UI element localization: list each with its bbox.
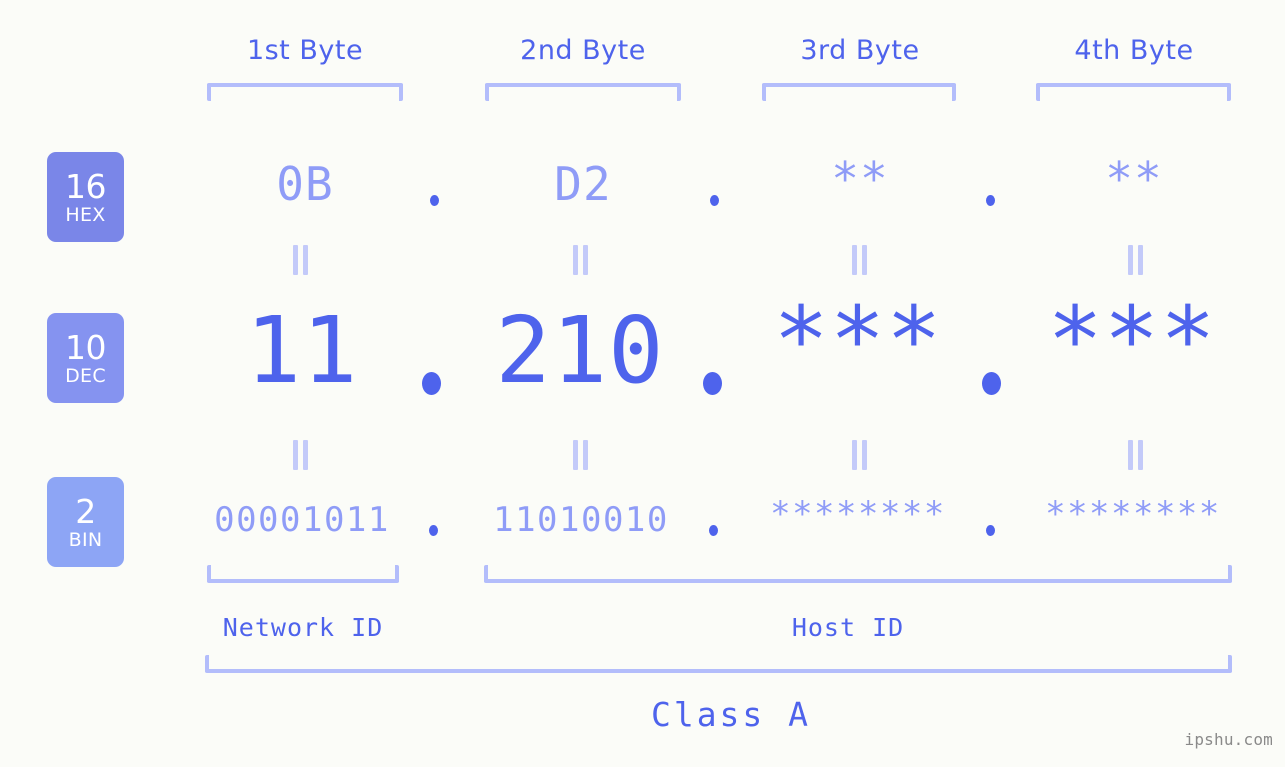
ip-address-breakdown-diagram: 1st Byte 2nd Byte 3rd Byte 4th Byte 16 H… — [0, 0, 1285, 767]
base-badge-hex-number: 16 — [65, 166, 107, 206]
bin-octet-1: 00001011 — [214, 500, 390, 540]
bin-separator-3 — [986, 525, 995, 536]
equals-mark-dec-bin-2 — [572, 440, 590, 470]
bin-octet-2: 11010010 — [493, 500, 669, 540]
base-badge-dec: 10 DEC — [47, 313, 124, 403]
equals-mark-hex-dec-3 — [851, 245, 869, 275]
byte-header-4: 4th Byte — [1074, 35, 1194, 66]
equals-mark-dec-bin-1 — [292, 440, 310, 470]
hex-octet-3: ** — [831, 152, 889, 206]
dec-octet-2: 210 — [495, 297, 665, 404]
network-id-bracket — [207, 565, 399, 583]
dec-octet-3: *** — [773, 287, 943, 394]
hex-octet-4: ** — [1105, 152, 1163, 206]
byte-header-3: 3rd Byte — [800, 35, 920, 66]
base-badge-dec-number: 10 — [65, 327, 107, 367]
equals-mark-dec-bin-3 — [851, 440, 869, 470]
base-badge-bin: 2 BIN — [47, 477, 124, 567]
base-badge-hex: 16 HEX — [47, 152, 124, 242]
byte-bracket-4 — [1036, 83, 1231, 101]
bin-separator-2 — [709, 525, 718, 536]
equals-mark-hex-dec-1 — [292, 245, 310, 275]
byte-header-2: 2nd Byte — [520, 35, 646, 66]
byte-bracket-3 — [762, 83, 956, 101]
bin-octet-4: ******** — [1045, 494, 1221, 534]
class-bracket — [205, 655, 1232, 673]
host-id-bracket — [484, 565, 1232, 583]
byte-bracket-1 — [207, 83, 403, 101]
watermark: ipshu.com — [1184, 730, 1273, 749]
bin-octet-3: ******** — [770, 494, 946, 534]
dec-separator-1 — [422, 372, 441, 395]
host-id-label: Host ID — [791, 613, 905, 642]
bin-separator-1 — [429, 525, 438, 536]
byte-header-1: 1st Byte — [246, 35, 364, 66]
hex-octet-2: D2 — [554, 157, 612, 211]
base-badge-dec-label: DEC — [65, 364, 106, 387]
hex-separator-2 — [710, 195, 719, 206]
equals-mark-hex-dec-4 — [1127, 245, 1145, 275]
hex-separator-3 — [986, 195, 995, 206]
equals-mark-dec-bin-4 — [1127, 440, 1145, 470]
dec-octet-4: *** — [1047, 287, 1217, 394]
equals-mark-hex-dec-2 — [572, 245, 590, 275]
byte-bracket-2 — [485, 83, 681, 101]
base-badge-bin-number: 2 — [75, 491, 96, 531]
class-label: Class A — [650, 695, 812, 734]
hex-octet-1: 0B — [276, 157, 334, 211]
dec-octet-1: 11 — [245, 297, 359, 404]
base-badge-hex-label: HEX — [65, 203, 106, 226]
base-badge-bin-label: BIN — [68, 528, 103, 551]
dec-separator-2 — [703, 372, 722, 395]
dec-separator-3 — [982, 372, 1001, 395]
network-id-label: Network ID — [222, 613, 384, 642]
hex-separator-1 — [430, 195, 439, 206]
